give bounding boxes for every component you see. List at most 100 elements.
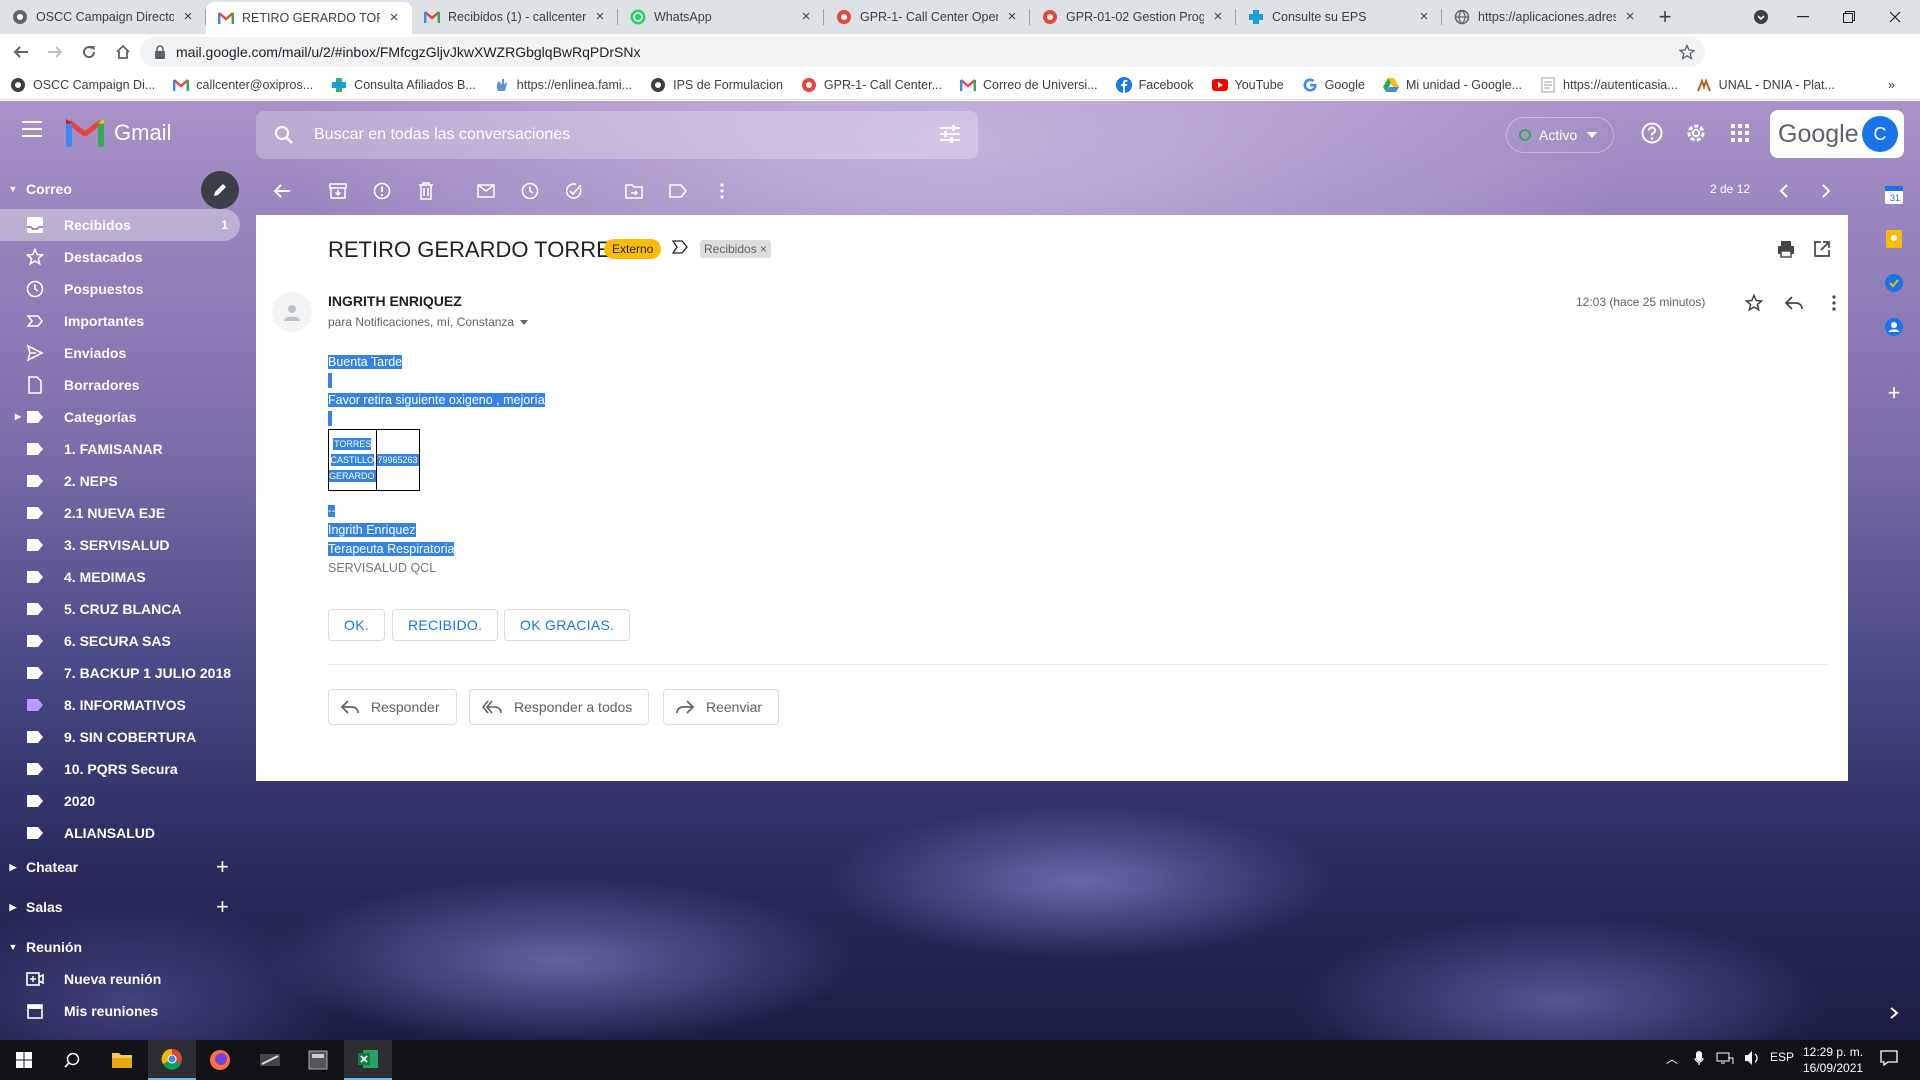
tab-whatsapp[interactable]: WhatsApp × [618,0,824,34]
sidebar-item-pospuestos[interactable]: Pospuestos [0,273,240,305]
section-meet[interactable]: ▼ Reunión [0,933,256,961]
tab-gpr0102[interactable]: GPR-01-02 Gestion Progra × [1030,0,1236,34]
bookmark-unal[interactable]: UNAL - DNIA - Plat... [1696,77,1835,93]
tasks-app-icon[interactable] [1884,273,1904,293]
mark-unread-icon[interactable] [476,181,496,201]
add-room-icon[interactable]: + [216,894,229,920]
back-arrow-icon[interactable] [272,181,292,201]
notifications-icon[interactable] [1880,1050,1898,1066]
more-vert-icon[interactable] [712,181,732,201]
close-icon[interactable]: × [1622,9,1638,25]
tab-adres[interactable]: https://aplicaciones.adres. × [1442,0,1648,34]
sidebar-item-cruz-blanca[interactable]: 5. CRUZ BLANCA [0,593,240,625]
tab-search-icon[interactable] [1738,0,1784,34]
sidebar-item-servisalud[interactable]: 3. SERVISALUD [0,529,240,561]
snooze-clock-icon[interactable] [520,181,540,201]
new-tab-button[interactable]: + [1648,0,1682,34]
label-as-icon[interactable] [668,181,688,201]
reply-button[interactable]: Responder [328,689,457,725]
add-addon-icon[interactable]: + [1884,380,1904,405]
lock-icon[interactable] [154,45,166,59]
bookmark-enlinea[interactable]: https://enlinea.fami... [494,77,632,93]
sidebar-item-nueva-eje[interactable]: 2.1 NUEVA EJE [0,497,240,529]
windows-start-icon[interactable] [0,1040,48,1080]
sidebar-item-medimas[interactable]: 4. MEDIMAS [0,561,240,593]
smart-reply-ok[interactable]: OK. [328,609,386,641]
tab-retiro-gerardo[interactable]: RETIRO GERARDO TORRES × [206,2,412,34]
tab-oscc[interactable]: OSCC Campaign Director - × [0,0,206,34]
report-spam-icon[interactable] [372,181,392,201]
smart-reply-recibido[interactable]: RECIBIDO. [392,609,499,641]
bookmark-google[interactable]: Google [1302,77,1365,93]
search-input[interactable]: Buscar en todas las conversaciones [314,126,570,144]
close-icon[interactable]: × [1416,9,1432,25]
calculator-icon[interactable] [294,1040,342,1080]
importance-marker-icon[interactable] [672,240,688,254]
sidebar-item-categorias[interactable]: ▶ Categorías [0,401,240,433]
network-icon[interactable] [1716,1050,1734,1066]
sidebar-item-enviados[interactable]: Enviados [0,337,240,369]
firefox-icon[interactable] [196,1040,244,1080]
delete-icon[interactable] [416,181,436,201]
input-language[interactable]: ESP [1770,1050,1794,1064]
show-details-icon[interactable] [520,319,529,325]
avatar[interactable]: C [1862,116,1898,152]
volume-icon[interactable] [1744,1050,1760,1066]
search-bar[interactable]: Buscar en todas las conversaciones [256,111,978,159]
newer-chevron-left-icon[interactable] [1774,181,1794,201]
sidebar-item-famisanar[interactable]: 1. FAMISANAR [0,433,240,465]
bookmark-ips[interactable]: IPS de Formulacion [650,77,783,93]
search-icon[interactable] [274,125,294,145]
close-icon[interactable]: × [1210,9,1226,25]
sidebar-item-nueva-reunion[interactable]: Nueva reunión [0,963,240,995]
sidebar-item-aliansalud[interactable]: ALIANSALUD [0,817,240,849]
settings-gear-icon[interactable] [1684,121,1708,145]
keep-app-icon[interactable] [1884,229,1904,249]
bookmarks-overflow-icon[interactable]: » [1888,78,1895,92]
older-chevron-right-icon[interactable] [1816,181,1836,201]
main-menu-icon[interactable] [22,121,44,137]
sidebar-item-2020[interactable]: 2020 [0,785,240,817]
clock[interactable]: 12:29 p. m. 16/09/2021 [1803,1044,1863,1076]
file-explorer-icon[interactable] [98,1040,146,1080]
reload-icon[interactable] [72,35,106,69]
close-icon[interactable]: × [386,10,402,26]
taskbar-search-icon[interactable] [48,1040,96,1080]
bookmark-youtube[interactable]: YouTube [1211,77,1284,93]
google-account-button[interactable]: Google C [1770,110,1904,158]
sidebar-item-mis-reuniones[interactable]: Mis reuniones [0,995,240,1027]
archive-icon[interactable] [328,181,348,201]
add-task-icon[interactable] [564,181,584,201]
section-rooms[interactable]: ▶ Salas + [0,893,256,921]
close-window-icon[interactable] [1872,0,1918,34]
sender-avatar[interactable] [272,292,312,332]
tab-recibidos[interactable]: Recibidos (1) - callcenter@ × [412,0,618,34]
tab-gpr1[interactable]: GPR-1- Call Center Operat × [824,0,1030,34]
bookmark-callcenter[interactable]: callcenter@oxipros... [173,77,313,93]
search-options-icon[interactable] [940,125,960,143]
recipients-line[interactable]: para Notificaciones, mí, Constanza [328,315,529,329]
app-icon[interactable] [246,1040,294,1080]
bookmark-correo-universidad[interactable]: Correo de Universi... [960,77,1098,93]
print-icon[interactable] [1776,239,1796,259]
sidebar-item-informativos[interactable]: 8. INFORMATIVOS [0,689,240,721]
close-icon[interactable]: × [798,9,814,25]
sidebar-item-pqrs-secura[interactable]: 10. PQRS Secura [0,753,240,785]
sidebar-item-borradores[interactable]: Borradores [0,369,240,401]
forward-icon[interactable] [38,35,72,69]
sender-name[interactable]: INGRITH ENRIQUEZ [328,293,462,309]
smart-reply-ok-gracias[interactable]: OK GRACIAS. [504,609,631,641]
contacts-app-icon[interactable] [1884,317,1904,337]
sidebar-item-sin-cobertura[interactable]: 9. SIN COBERTURA [0,721,240,753]
minimize-icon[interactable] [1780,0,1826,34]
tray-chevron-up-icon[interactable]: ︿ [1666,1050,1678,1067]
sidebar-item-secura-sas[interactable]: 6. SECURA SAS [0,625,240,657]
close-icon[interactable]: × [180,9,196,25]
add-chat-icon[interactable]: + [216,854,229,880]
restore-icon[interactable] [1826,0,1872,34]
section-chat[interactable]: ▶ Chatear + [0,853,256,881]
close-icon[interactable]: × [592,9,608,25]
gmail-logo[interactable]: Gmail [66,119,171,147]
close-icon[interactable]: × [1004,9,1020,25]
home-icon[interactable] [106,35,140,69]
